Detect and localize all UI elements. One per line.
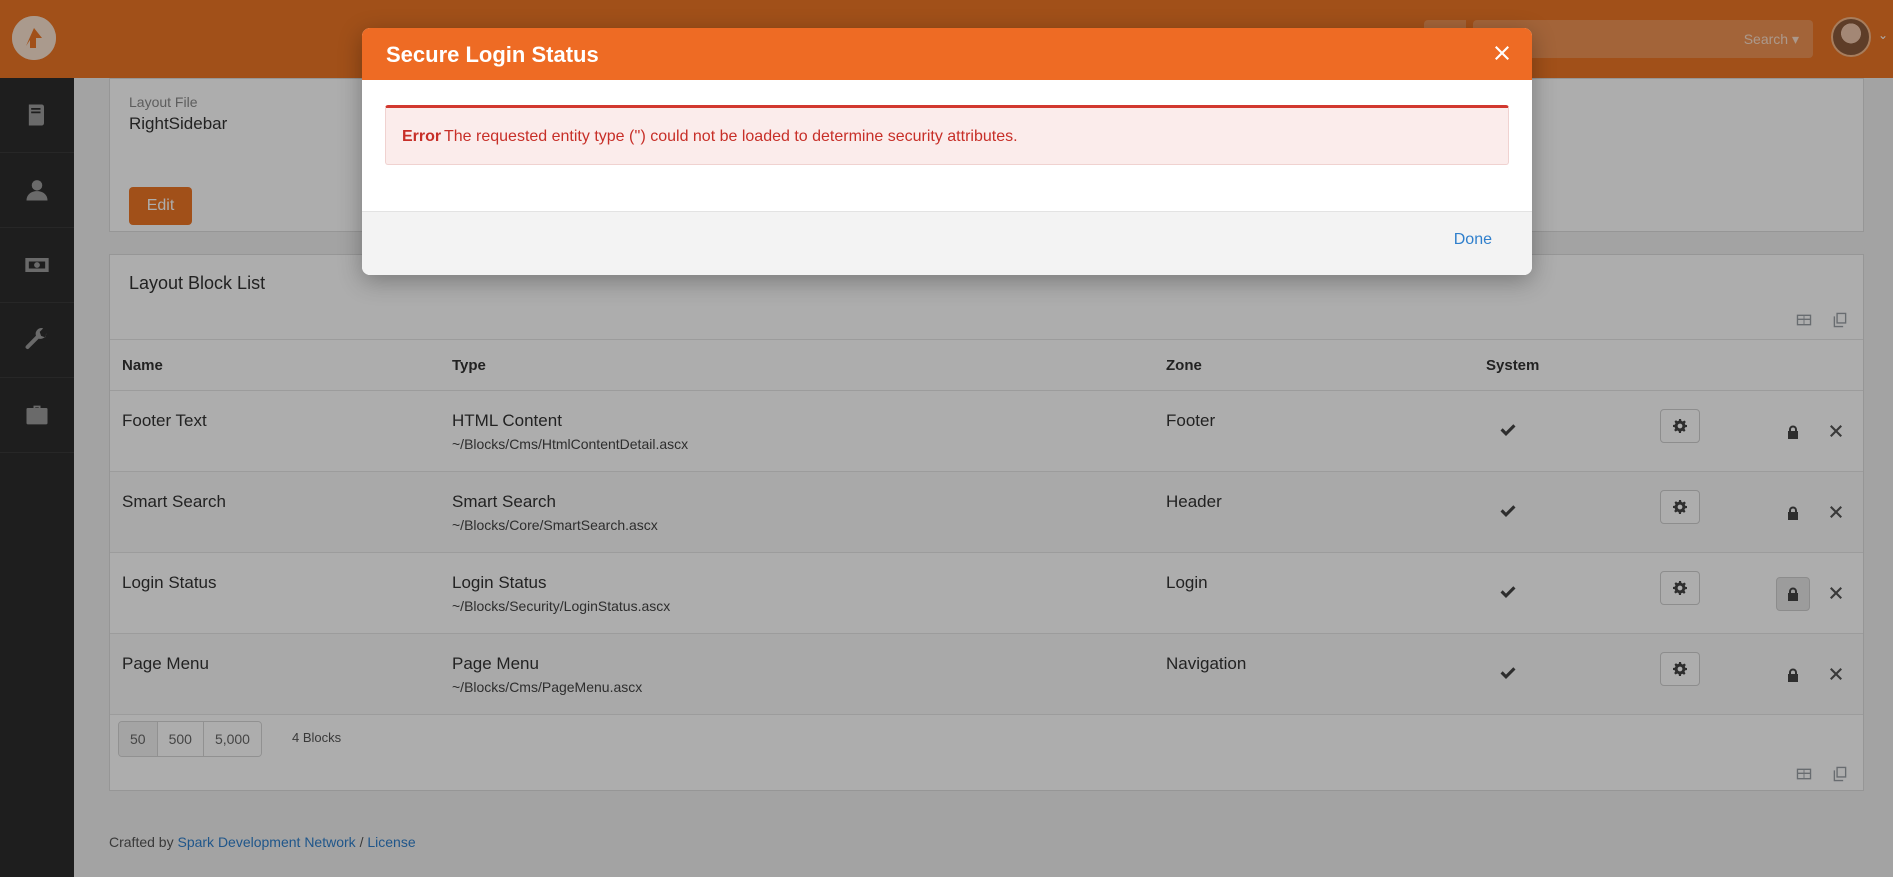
- secure-dialog: Secure Login Status Error The requested …: [362, 28, 1532, 275]
- error-alert: Error The requested entity type ('') cou…: [385, 105, 1509, 165]
- alert-message: The requested entity type ('') could not…: [444, 128, 1018, 145]
- close-button[interactable]: [1494, 45, 1512, 63]
- modal-header: Secure Login Status: [362, 28, 1532, 80]
- alert-label: Error: [402, 128, 442, 145]
- close-icon: [1495, 46, 1509, 60]
- done-button[interactable]: Done: [1454, 231, 1492, 249]
- modal-title: Secure Login Status: [386, 42, 599, 67]
- modal-footer: Done: [362, 211, 1532, 275]
